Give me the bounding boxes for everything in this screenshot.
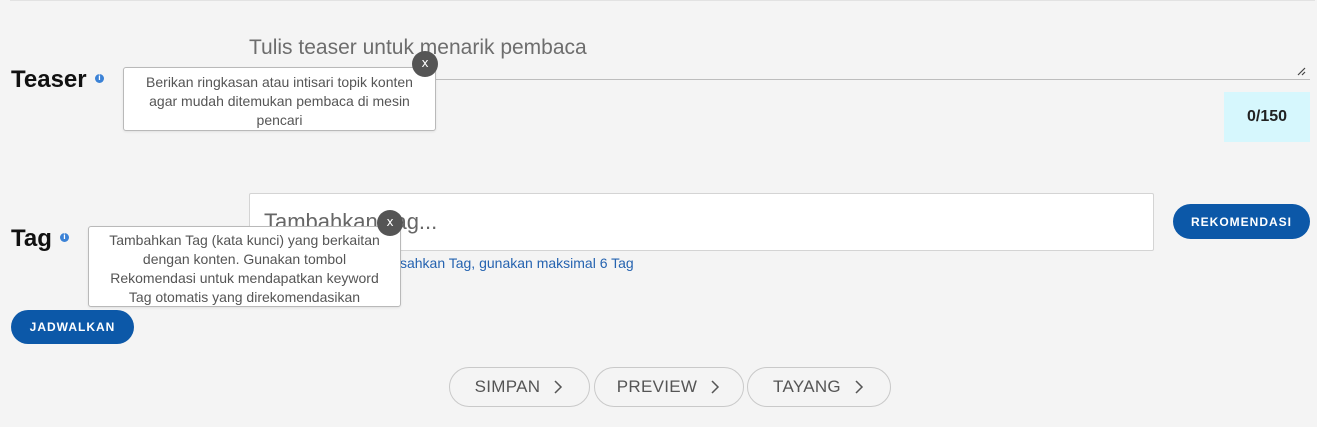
tooltip-line: Rekomendasi untuk mendapatkan keyword bbox=[110, 270, 379, 286]
tooltip-line: dengan konten. Gunakan tombol bbox=[142, 251, 347, 267]
tag-info-icon[interactable]: i bbox=[60, 233, 69, 242]
chevron-right-icon bbox=[554, 380, 563, 394]
tooltip-line: Tag otomatis yang direkomendasikan bbox=[128, 289, 361, 305]
resize-handle-icon[interactable] bbox=[1297, 67, 1306, 76]
tooltip-line: Tambahkan Tag (kata kunci) yang berkaita… bbox=[109, 232, 380, 248]
chevron-right-icon bbox=[855, 380, 864, 394]
tag-label: Tag bbox=[11, 225, 52, 252]
publish-button-label: TAYANG bbox=[773, 377, 841, 396]
recommend-tag-button[interactable]: REKOMENDASI bbox=[1173, 204, 1310, 239]
tooltip-line: agar mudah ditemukan pembaca di mesin bbox=[149, 93, 410, 109]
preview-button[interactable]: PREVIEW bbox=[594, 367, 744, 407]
save-button-label: SIMPAN bbox=[474, 377, 541, 396]
preview-button-label: PREVIEW bbox=[616, 377, 698, 396]
teaser-info-icon[interactable]: i bbox=[95, 74, 104, 83]
tooltip-line: pencari bbox=[256, 112, 303, 128]
tooltip-line: Berikan ringkasan atau intisari topik ko… bbox=[146, 74, 413, 90]
chevron-right-icon bbox=[711, 380, 720, 394]
schedule-button[interactable]: JADWALKAN bbox=[11, 310, 134, 344]
section-divider bbox=[10, 0, 1315, 1]
teaser-char-counter: 0/150 bbox=[1224, 92, 1310, 142]
publish-button[interactable]: TAYANG bbox=[747, 367, 891, 407]
teaser-label: Teaser bbox=[11, 66, 87, 93]
teaser-tooltip: Berikan ringkasan atau intisari topik ko… bbox=[123, 67, 436, 131]
save-button[interactable]: SIMPAN bbox=[449, 367, 590, 407]
teaser-tooltip-close-button[interactable]: x bbox=[412, 51, 438, 77]
tag-tooltip-close-button[interactable]: x bbox=[377, 210, 403, 236]
tag-tooltip: Tambahkan Tag (kata kunci) yang berkaita… bbox=[88, 226, 401, 307]
